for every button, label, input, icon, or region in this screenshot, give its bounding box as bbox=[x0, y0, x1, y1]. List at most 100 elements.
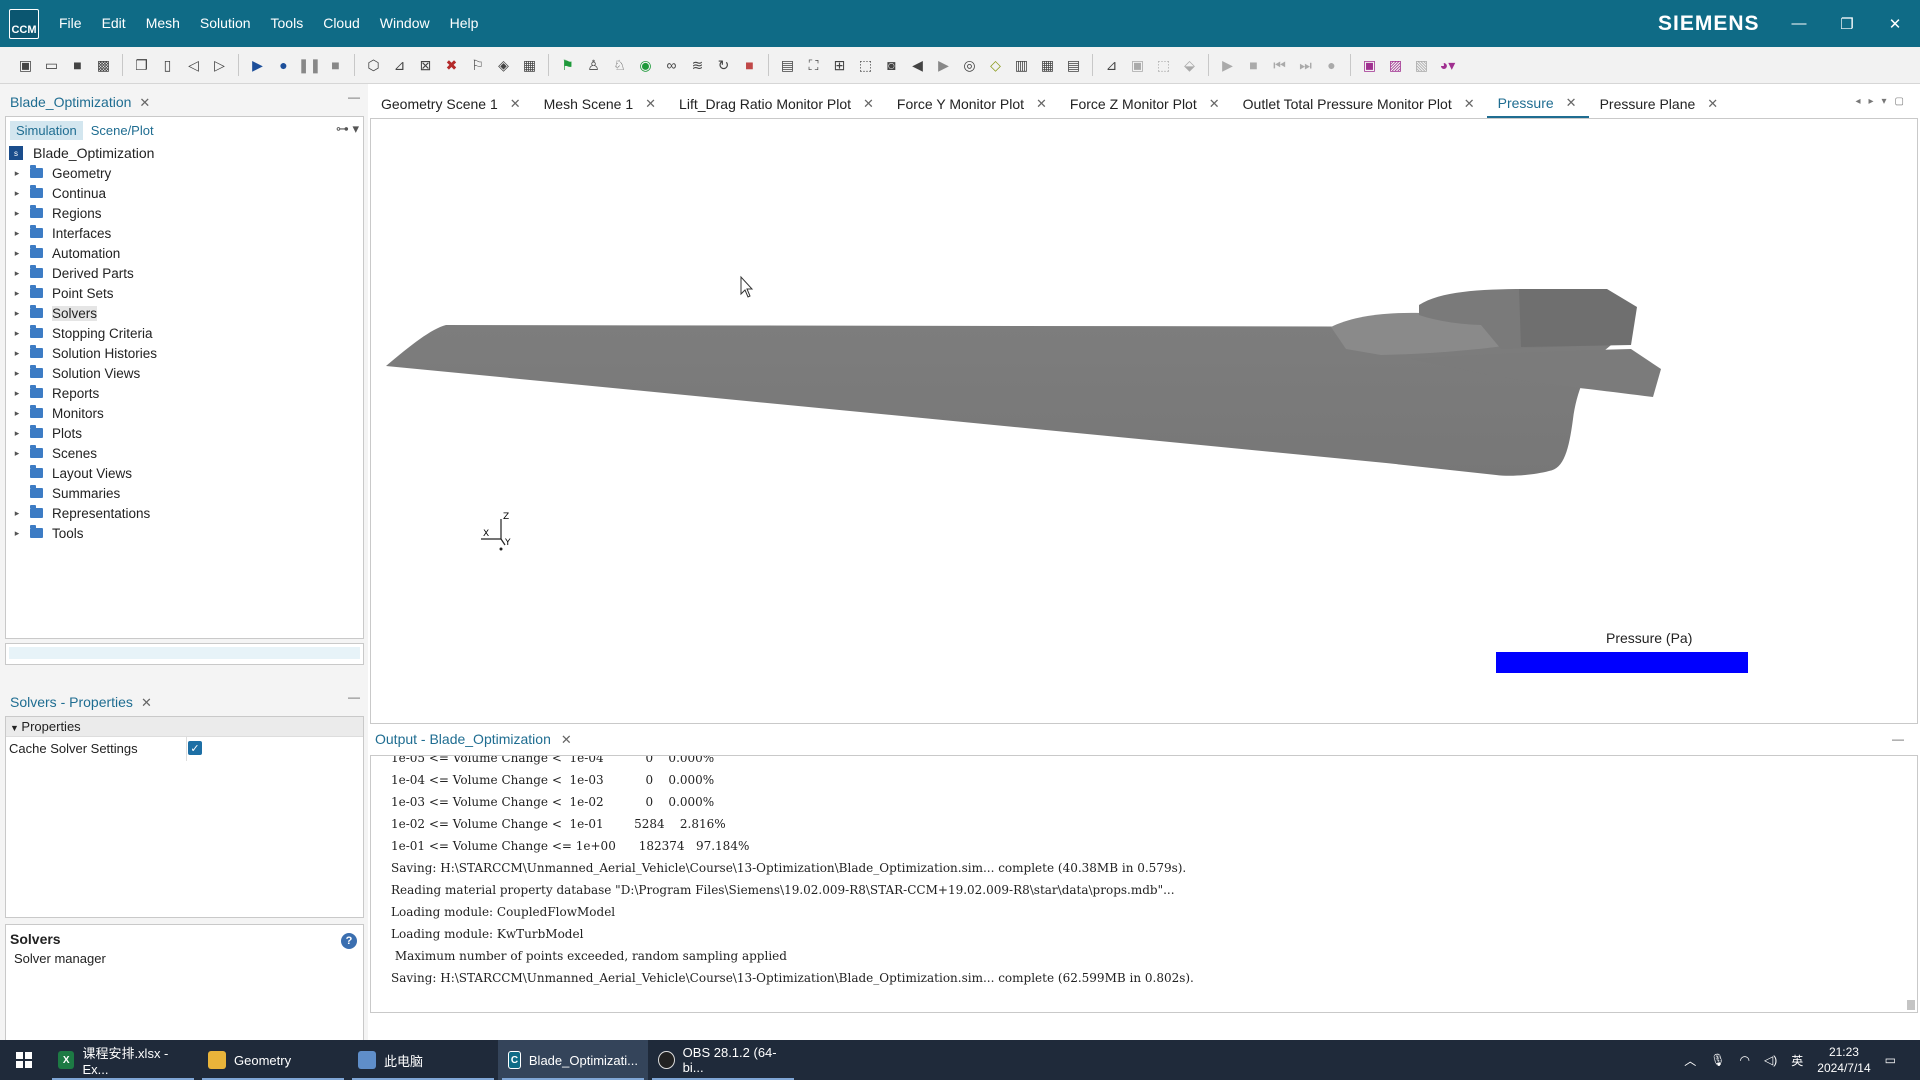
run-icon[interactable]: ▶ bbox=[246, 54, 269, 77]
tree-item-tools[interactable]: ▸ Tools bbox=[6, 523, 363, 543]
minimize-button[interactable]: — bbox=[1775, 0, 1823, 47]
screenshot-icon[interactable]: ▤ bbox=[776, 54, 799, 77]
scene-viewport[interactable]: Z X Y Pressure (Pa) bbox=[370, 118, 1918, 724]
camera-icon[interactable]: ◙ bbox=[880, 54, 903, 77]
close-tab-icon[interactable]: ✕ bbox=[1566, 95, 1577, 111]
tree-item-regions[interactable]: ▸ Regions bbox=[6, 203, 363, 223]
zoom-box-icon[interactable]: ⊞ bbox=[828, 54, 851, 77]
redo-icon[interactable]: ▷ bbox=[208, 54, 231, 77]
expand-icon[interactable]: ▸ bbox=[10, 248, 24, 259]
taskbar-item-excel[interactable]: X 课程安排.xlsx - Ex... bbox=[48, 1040, 198, 1080]
forward-icon[interactable]: ▶ bbox=[932, 54, 955, 77]
chart-icon[interactable]: ⊿ bbox=[1100, 54, 1123, 77]
restore-button[interactable]: ❐ bbox=[1823, 0, 1871, 47]
open-folder-icon[interactable]: ▭ bbox=[40, 54, 63, 77]
tab-force-y-monitor-plot[interactable]: Force Y Monitor Plot ✕ bbox=[886, 90, 1059, 118]
tree-item-continua[interactable]: ▸ Continua bbox=[6, 183, 363, 203]
cloud-menu-icon[interactable]: ◕▾ bbox=[1436, 54, 1459, 77]
tab-geometry-scene-1[interactable]: Geometry Scene 1 ✕ bbox=[370, 90, 533, 118]
output-console[interactable]: 1e-05 <= Volume Change < 1e-04 0 0.000% 1… bbox=[370, 755, 1918, 1013]
close-tab-icon[interactable]: ✕ bbox=[139, 95, 150, 110]
run-man-icon[interactable]: ♘ bbox=[608, 54, 631, 77]
close-tab-icon[interactable]: ✕ bbox=[1707, 96, 1718, 112]
record-icon[interactable]: ■ bbox=[738, 54, 761, 77]
layout-split-icon[interactable]: ▨ bbox=[1384, 54, 1407, 77]
menu-tools[interactable]: Tools bbox=[261, 0, 314, 47]
walk-icon[interactable]: ♙ bbox=[582, 54, 605, 77]
menu-solution[interactable]: Solution bbox=[190, 0, 261, 47]
minimize-output-icon[interactable]: — bbox=[1892, 732, 1904, 746]
prev-frame-icon[interactable]: ⏮ bbox=[1268, 54, 1291, 77]
tab-mesh-scene-1[interactable]: Mesh Scene 1 ✕ bbox=[533, 90, 668, 118]
tree-item-stopping-criteria[interactable]: ▸ Stopping Criteria bbox=[6, 323, 363, 343]
flow-icon[interactable]: ≋ bbox=[686, 54, 709, 77]
minimize-panel-icon[interactable]: — bbox=[348, 90, 360, 104]
stop-anim-icon[interactable]: ■ bbox=[1242, 54, 1265, 77]
tree-item-solution-histories[interactable]: ▸ Solution Histories bbox=[6, 343, 363, 363]
green-flag-icon[interactable]: ⚑ bbox=[556, 54, 579, 77]
tree-item-solution-views[interactable]: ▸ Solution Views bbox=[6, 363, 363, 383]
split-icon[interactable]: ▣ bbox=[1126, 54, 1149, 77]
probe-icon[interactable]: ⬙ bbox=[1178, 54, 1201, 77]
close-tab-icon[interactable]: ✕ bbox=[1036, 96, 1047, 112]
save-as-icon[interactable]: ▩ bbox=[92, 54, 115, 77]
tree-item-point-sets[interactable]: ▸ Point Sets bbox=[6, 283, 363, 303]
expand-icon[interactable]: ▸ bbox=[10, 168, 24, 179]
tab-nav-icons[interactable]: ◂▸▾▢ bbox=[1855, 96, 1912, 107]
tree-item-layout-views[interactable]: Layout Views bbox=[6, 463, 363, 483]
undo-icon[interactable]: ◁ bbox=[182, 54, 205, 77]
ime-indicator[interactable]: 英 bbox=[1791, 1052, 1803, 1069]
taskbar-item-obs[interactable]: OBS 28.1.2 (64-bi... bbox=[648, 1040, 798, 1080]
properties-tab[interactable]: Solvers - Properties ✕ bbox=[0, 688, 152, 716]
tab-lift-drag-ratio-monitor-plot[interactable]: Lift_Drag Ratio Monitor Plot ✕ bbox=[668, 90, 886, 118]
tree-item-geometry[interactable]: ▸ Geometry bbox=[6, 163, 363, 183]
subtab-scene-plot[interactable]: Scene/Plot bbox=[85, 121, 160, 140]
tree-root[interactable]: s Blade_Optimization bbox=[9, 143, 363, 163]
close-tab-icon[interactable]: ✕ bbox=[1209, 96, 1220, 112]
subtab-simulation[interactable]: Simulation bbox=[10, 120, 83, 140]
save-icon[interactable]: ■ bbox=[66, 54, 89, 77]
expand-icon[interactable]: ▸ bbox=[10, 208, 24, 219]
step-icon[interactable]: ● bbox=[272, 54, 295, 77]
plane-icon[interactable]: ◇ bbox=[984, 54, 1007, 77]
layout-alt-icon[interactable]: ▧ bbox=[1410, 54, 1433, 77]
fit-icon[interactable]: ⛶ bbox=[802, 54, 825, 77]
table-icon[interactable]: ▦ bbox=[518, 54, 541, 77]
expand-icon[interactable]: ▸ bbox=[10, 408, 24, 419]
menu-file[interactable]: File bbox=[49, 0, 92, 47]
close-window-button[interactable]: ✕ bbox=[1871, 0, 1919, 47]
next-frame-icon[interactable]: ⏭ bbox=[1294, 54, 1317, 77]
output-tab[interactable]: Output - Blade_Optimization ✕ bbox=[375, 731, 572, 748]
properties-section-header[interactable]: ▼ Properties bbox=[6, 717, 363, 737]
expand-icon[interactable]: ▸ bbox=[10, 508, 24, 519]
new-sim-icon[interactable]: ▣ bbox=[14, 54, 37, 77]
menu-cloud[interactable]: Cloud bbox=[313, 0, 370, 47]
close-tab-icon[interactable]: ✕ bbox=[561, 732, 572, 747]
network-icon[interactable]: ◠ bbox=[1740, 1053, 1750, 1067]
menu-mesh[interactable]: Mesh bbox=[136, 0, 190, 47]
expand-icon[interactable]: ▸ bbox=[10, 348, 24, 359]
tree-item-monitors[interactable]: ▸ Monitors bbox=[6, 403, 363, 423]
tree-item-summaries[interactable]: Summaries bbox=[6, 483, 363, 503]
expand-icon[interactable]: ▸ bbox=[10, 388, 24, 399]
grid-lines-icon[interactable]: ▤ bbox=[1062, 54, 1085, 77]
grid-icon[interactable]: ▦ bbox=[1036, 54, 1059, 77]
menu-help[interactable]: Help bbox=[440, 0, 489, 47]
tab-pressure[interactable]: Pressure ✕ bbox=[1486, 90, 1589, 118]
tray-expand-icon[interactable]: ︿ bbox=[1684, 1052, 1696, 1069]
expand-icon[interactable]: ▸ bbox=[10, 428, 24, 439]
tree-item-automation[interactable]: ▸ Automation bbox=[6, 243, 363, 263]
loop-icon[interactable]: ∞ bbox=[660, 54, 683, 77]
help-icon[interactable]: ? bbox=[341, 933, 357, 949]
expand-icon[interactable]: ▸ bbox=[10, 368, 24, 379]
mesh-generate-icon[interactable]: ⊠ bbox=[414, 54, 437, 77]
close-tab-icon[interactable]: ✕ bbox=[1464, 96, 1475, 112]
tree-item-plots[interactable]: ▸ Plots bbox=[6, 423, 363, 443]
back-icon[interactable]: ◀ bbox=[906, 54, 929, 77]
windows-start-icon[interactable] bbox=[0, 1040, 48, 1080]
notification-icon[interactable]: ▭ bbox=[1885, 1053, 1896, 1067]
expand-icon[interactable]: ▸ bbox=[10, 228, 24, 239]
select-icon[interactable]: ⬚ bbox=[854, 54, 877, 77]
refresh-icon[interactable]: ↻ bbox=[712, 54, 735, 77]
geometry-scene-icon[interactable]: ⬡ bbox=[362, 54, 385, 77]
